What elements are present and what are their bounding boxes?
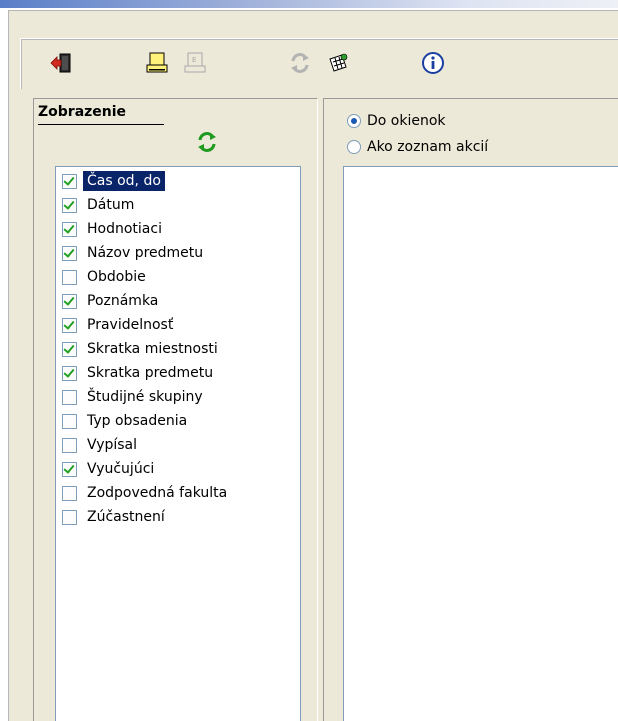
refresh-toolbar-button (286, 49, 314, 77)
printer-icon (146, 52, 168, 73)
item-checkbox[interactable] (62, 221, 77, 237)
svg-text:E: E (192, 56, 196, 64)
item-checkbox[interactable] (62, 461, 77, 477)
list-item[interactable]: Názov predmetu (62, 241, 207, 265)
item-label: Študijné skupiny (87, 389, 203, 405)
item-checkbox[interactable] (62, 173, 77, 189)
panel-title-underline (38, 124, 164, 125)
list-item[interactable]: Dátum (62, 193, 138, 217)
item-label: Skratka miestnosti (87, 341, 218, 357)
list-item[interactable]: Zodpovedná fakulta (62, 481, 231, 505)
list-item[interactable]: Skratka miestnosti (62, 337, 222, 361)
toolbar: E (20, 38, 618, 89)
refresh-display-button[interactable] (195, 130, 219, 154)
item-checkbox[interactable] (62, 197, 77, 213)
print-button[interactable] (143, 49, 171, 77)
list-item[interactable]: Pravidelnosť (62, 313, 177, 337)
radio-do-okienok-label: Do okienok (367, 113, 446, 129)
window-title-bar (0, 0, 618, 8)
list-item[interactable]: Typ obsadenia (62, 409, 191, 433)
item-checkbox[interactable] (62, 365, 77, 381)
item-label: Hodnotiaci (87, 221, 162, 237)
item-checkbox[interactable] (62, 509, 77, 525)
calendar-settings-icon (329, 53, 348, 72)
info-icon (422, 52, 444, 74)
display-columns-list[interactable]: Čas od, do Dátum Hodnotiaci Názov predmetu O… (55, 166, 301, 721)
list-item[interactable]: Čas od, do (62, 169, 165, 193)
list-item[interactable]: Poznámka (62, 289, 162, 313)
list-item[interactable]: Zúčastnení (62, 505, 169, 529)
exit-door-icon (50, 53, 71, 73)
item-label: Vypísal (87, 437, 138, 453)
item-label: Typ obsadenia (87, 413, 188, 429)
radio-do-okienok-indicator[interactable] (347, 114, 361, 128)
radio-ako-zoznam-akcii-indicator[interactable] (347, 140, 361, 154)
radio-do-okienok[interactable]: Do okienok (347, 113, 446, 129)
item-checkbox[interactable] (62, 389, 77, 405)
item-label: Pravidelnosť (87, 317, 174, 333)
list-item[interactable]: Študijné skupiny (62, 385, 207, 409)
display-panel-title: Zobrazenie (38, 104, 127, 120)
item-checkbox[interactable] (62, 269, 77, 285)
item-label: Názov predmetu (87, 245, 204, 261)
refresh-disabled-icon (291, 53, 309, 73)
list-item[interactable]: Vypísal (62, 433, 141, 457)
refresh-icon (198, 132, 216, 152)
print-preview-disabled-icon: E (184, 52, 206, 73)
item-checkbox[interactable] (62, 485, 77, 501)
item-label: Zúčastnení (87, 509, 165, 525)
item-label: Zodpovedná fakulta (87, 485, 228, 501)
item-checkbox[interactable] (62, 437, 77, 453)
item-checkbox[interactable] (62, 413, 77, 429)
item-label: Dátum (87, 197, 135, 213)
item-label: Vyučujúci (87, 461, 155, 477)
info-button[interactable] (419, 49, 447, 77)
view-content-area (343, 166, 618, 721)
item-checkbox[interactable] (62, 245, 77, 261)
calendar-settings-button[interactable] (324, 49, 352, 77)
print-preview-button: E (181, 49, 209, 77)
item-checkbox[interactable] (62, 317, 77, 333)
item-checkbox[interactable] (62, 341, 77, 357)
radio-ako-zoznam-akcii[interactable]: Ako zoznam akcií (347, 139, 488, 155)
item-label: Obdobie (87, 269, 146, 285)
list-item[interactable]: Skratka predmetu (62, 361, 217, 385)
item-checkbox[interactable] (62, 293, 77, 309)
item-label: Poznámka (87, 293, 159, 309)
list-item[interactable]: Hodnotiaci (62, 217, 166, 241)
radio-ako-zoznam-akcii-label: Ako zoznam akcií (367, 139, 489, 155)
exit-button[interactable] (47, 49, 75, 77)
list-item[interactable]: Vyučujúci (62, 457, 158, 481)
list-item[interactable]: Obdobie (62, 265, 150, 289)
item-label: Čas od, do (83, 171, 165, 191)
item-label: Skratka predmetu (87, 365, 214, 381)
